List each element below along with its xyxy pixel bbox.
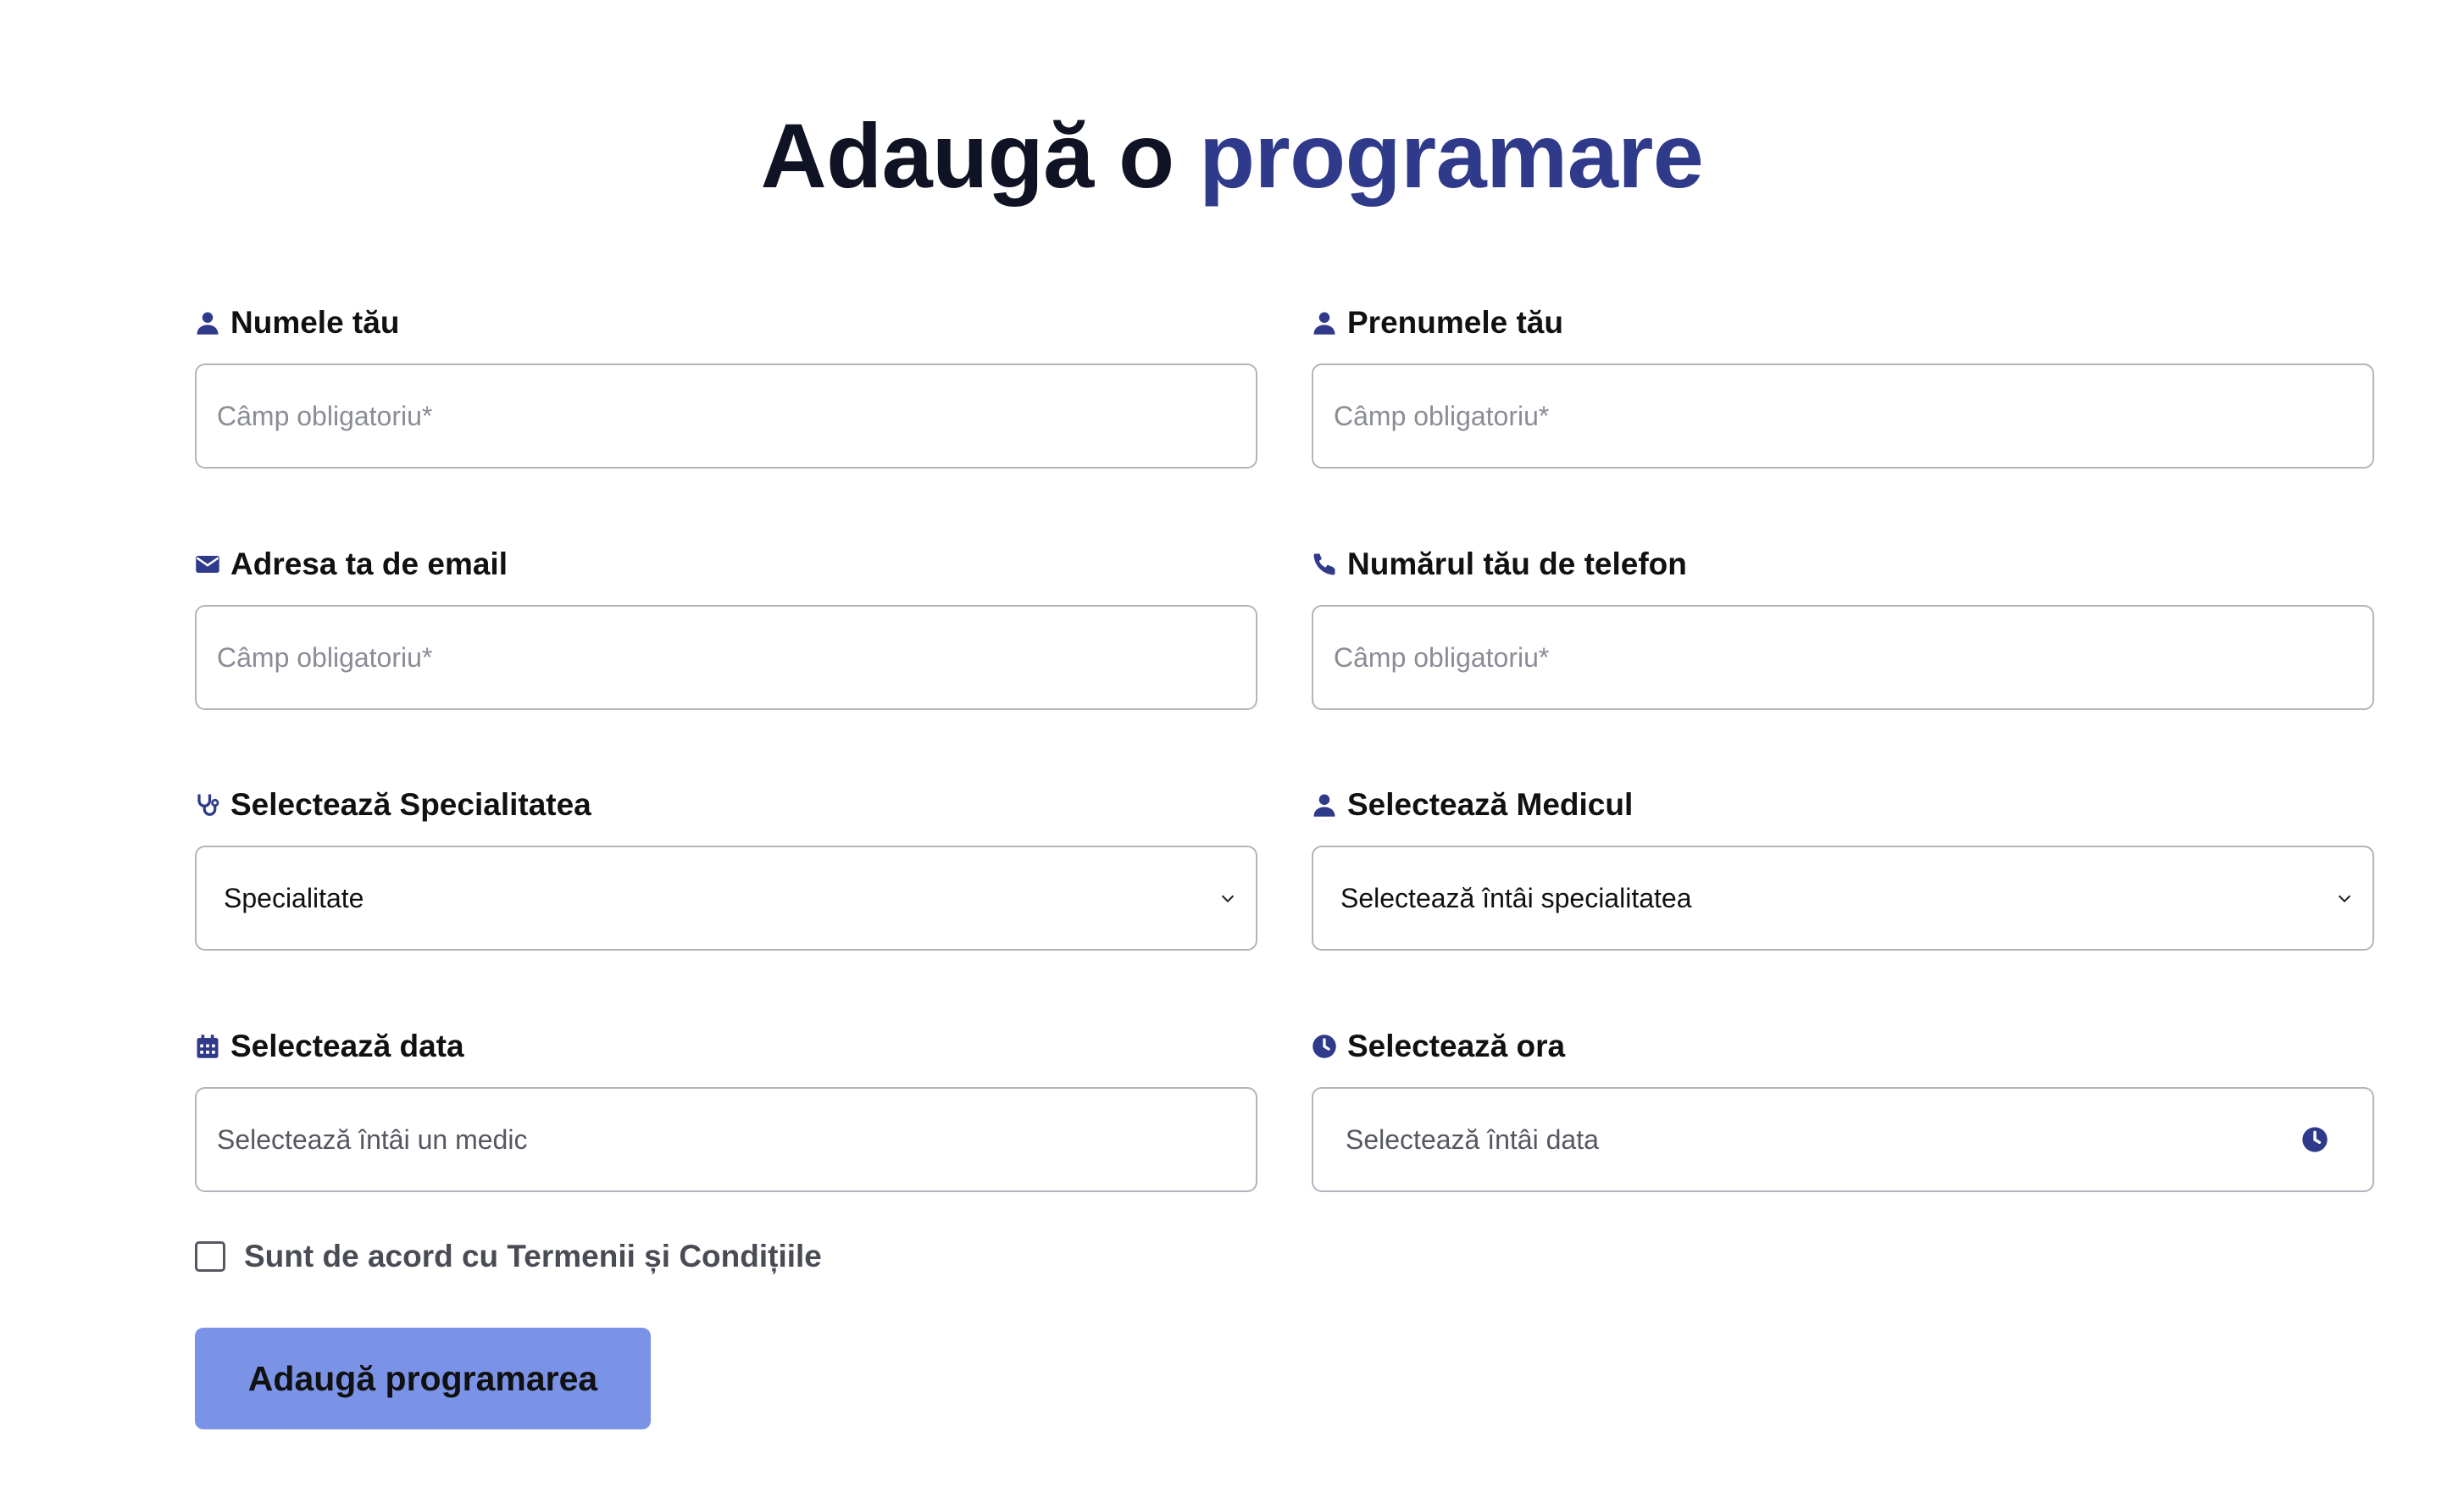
page-title: Adaugă o programare xyxy=(0,110,2464,202)
clock-icon[interactable] xyxy=(2301,1126,2328,1153)
doctor-field: Selectează Medicul Selectează întâi spec… xyxy=(1312,785,2374,951)
envelope-icon xyxy=(195,552,220,577)
user-icon xyxy=(1312,310,1337,336)
first-name-label: Prenumele tău xyxy=(1312,303,2374,342)
first-name-label-text: Prenumele tău xyxy=(1347,305,1563,340)
email-input-box xyxy=(195,605,1257,710)
email-input[interactable] xyxy=(197,607,1256,708)
phone-input-box xyxy=(1312,605,2374,710)
date-label: Selectează data xyxy=(195,1027,1257,1066)
date-label-text: Selectează data xyxy=(230,1029,464,1063)
phone-input[interactable] xyxy=(1313,607,2372,708)
date-input-value: Selectează întâi un medic xyxy=(217,1124,528,1155)
calendar-icon xyxy=(195,1034,220,1059)
phone-label-text: Numărul tău de telefon xyxy=(1347,546,1687,581)
last-name-label-text: Numele tău xyxy=(230,305,400,340)
time-label-text: Selectează ora xyxy=(1347,1029,1566,1063)
specialty-select-value: Specialitate xyxy=(224,882,364,913)
last-name-field: Numele tău xyxy=(195,303,1257,469)
doctor-select-value: Selectează întâi specialitatea xyxy=(1340,882,1692,913)
email-label-text: Adresa ta de email xyxy=(230,546,508,581)
user-icon xyxy=(1312,792,1337,818)
user-icon xyxy=(195,310,220,336)
first-name-field: Prenumele tău xyxy=(1312,303,2374,469)
clock-icon xyxy=(1312,1034,1337,1059)
stethoscope-icon xyxy=(195,792,220,818)
date-input[interactable]: Selectează întâi un medic xyxy=(195,1087,1257,1192)
time-label: Selectează ora xyxy=(1312,1027,2374,1066)
email-label: Adresa ta de email xyxy=(195,545,1257,584)
page-title-accent: programare xyxy=(1199,104,1704,207)
phone-label: Numărul tău de telefon xyxy=(1312,545,2374,584)
chevron-down-icon xyxy=(1221,895,1235,903)
last-name-label: Numele tău xyxy=(195,303,1257,342)
last-name-input[interactable] xyxy=(197,365,1256,467)
first-name-input[interactable] xyxy=(1313,365,2372,467)
specialty-field: Selectează Specialitatea Specialitate xyxy=(195,785,1257,951)
add-appointment-button[interactable]: Adaugă programarea xyxy=(195,1328,651,1429)
appointment-page: Adaugă o programare Numele tău Prenumele… xyxy=(0,0,2464,1498)
phone-icon xyxy=(1312,552,1337,577)
doctor-label: Selectează Medicul xyxy=(1312,785,2374,824)
terms-checkbox[interactable] xyxy=(195,1241,225,1272)
terms-row: Sunt de acord cu Termenii și Condițiile xyxy=(195,1239,822,1274)
page-title-main: Adaugă o xyxy=(760,104,1175,207)
time-field: Selectează ora Selectează întâi data xyxy=(1312,1027,2374,1192)
last-name-input-box xyxy=(195,363,1257,469)
doctor-select[interactable]: Selectează întâi specialitatea xyxy=(1312,846,2374,951)
specialty-label: Selectează Specialitatea xyxy=(195,785,1257,824)
specialty-select[interactable]: Specialitate xyxy=(195,846,1257,951)
first-name-input-box xyxy=(1312,363,2374,469)
specialty-label-text: Selectează Specialitatea xyxy=(230,787,591,822)
date-field: Selectează data Selectează întâi un medi… xyxy=(195,1027,1257,1192)
time-input[interactable]: Selectează întâi data xyxy=(1312,1087,2374,1192)
chevron-down-icon xyxy=(2338,895,2351,903)
terms-label[interactable]: Sunt de acord cu Termenii și Condițiile xyxy=(244,1239,822,1274)
doctor-label-text: Selectează Medicul xyxy=(1347,787,1634,822)
phone-field: Numărul tău de telefon xyxy=(1312,545,2374,710)
time-input-value: Selectează întâi data xyxy=(1346,1124,1599,1155)
email-field: Adresa ta de email xyxy=(195,545,1257,710)
